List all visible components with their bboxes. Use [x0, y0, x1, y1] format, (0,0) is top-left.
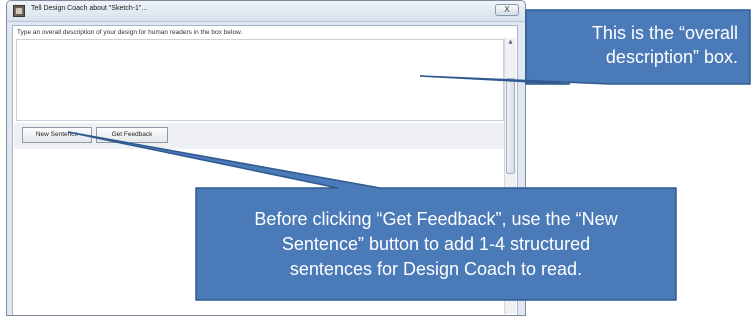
new-sentence-callout: Before clicking “Get Feedback”, use the …: [196, 188, 676, 300]
bottom-callout-line: Sentence” button to add 1-4 structured: [281, 233, 591, 254]
top-callout-line: description” box.: [605, 47, 738, 67]
top-callout-line: This is the “overall: [591, 23, 738, 43]
screenshot-stage: ▦ Tell Design Coach about "Sketch-1"... …: [0, 0, 754, 320]
overall-description-callout: This is the “overall description” box.: [526, 10, 752, 80]
bottom-callout-line: sentences for Design Coach to read.: [289, 258, 583, 279]
bottom-callout-line: Before clicking “Get Feedback”, use the …: [254, 208, 618, 229]
